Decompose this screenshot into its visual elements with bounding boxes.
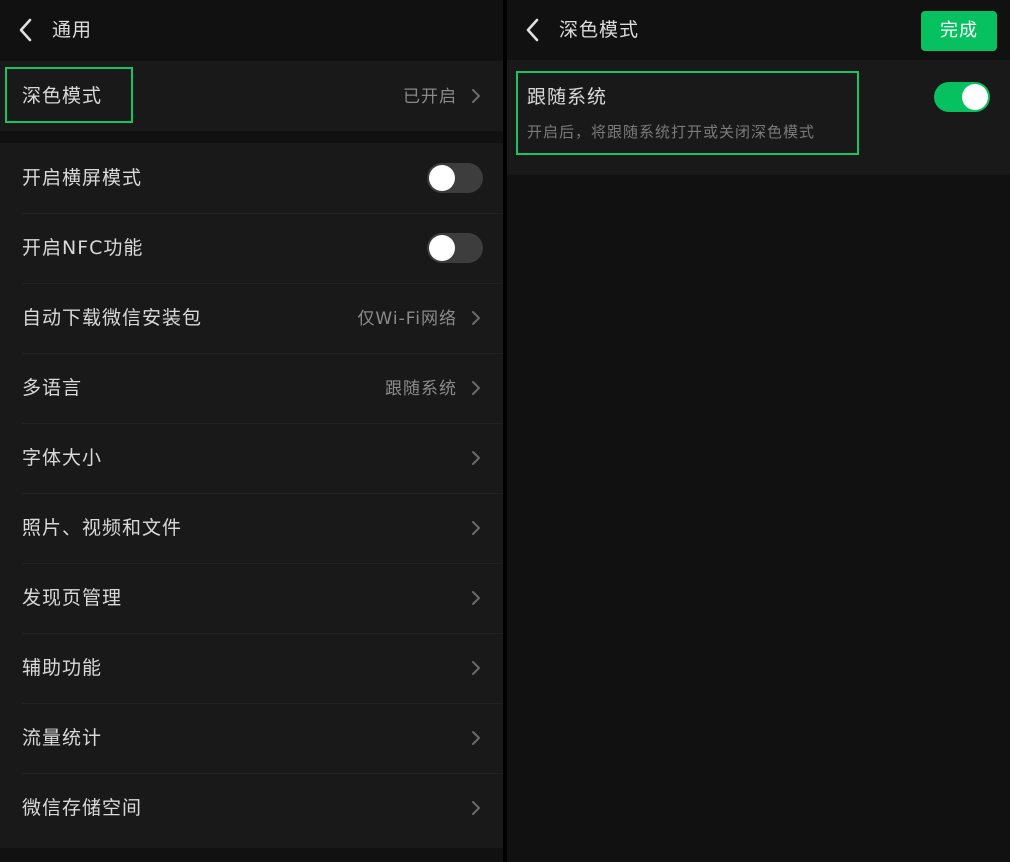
accessibility-label: 辅助功能 [22, 657, 103, 679]
chevron-right-icon [472, 311, 480, 325]
follow-system-highlight-box [516, 71, 859, 155]
language-row[interactable]: 多语言 跟随系统 [0, 353, 503, 423]
navigation-bar: 深色模式 完成 [507, 0, 1010, 60]
landscape-mode-toggle[interactable] [427, 163, 483, 193]
done-button[interactable]: 完成 [921, 11, 997, 51]
nfc-row: 开启NFC功能 [0, 213, 503, 283]
data-usage-label: 流量统计 [22, 727, 103, 749]
page-title: 深色模式 [559, 19, 640, 41]
back-icon[interactable] [16, 16, 34, 44]
nfc-toggle[interactable] [427, 233, 483, 263]
toggle-knob [429, 235, 455, 261]
discover-manage-row[interactable]: 发现页管理 [0, 563, 503, 633]
auto-download-row[interactable]: 自动下载微信安装包 仅Wi-Fi网络 [0, 283, 503, 353]
media-files-row[interactable]: 照片、视频和文件 [0, 493, 503, 563]
storage-row[interactable]: 微信存储空间 [0, 773, 503, 843]
back-icon[interactable] [523, 16, 541, 44]
font-size-label: 字体大小 [22, 447, 103, 469]
dark-mode-value: 已开启 [403, 87, 457, 107]
auto-download-value: 仅Wi-Fi网络 [357, 309, 457, 329]
general-settings-screen: 通用 深色模式 已开启 开启横屏模式 开启NFC功能 自动下载微信安装包 仅Wi… [0, 0, 503, 862]
media-files-label: 照片、视频和文件 [22, 517, 183, 539]
chevron-right-icon [472, 89, 480, 103]
chevron-right-icon [472, 591, 480, 605]
toggle-knob [429, 165, 455, 191]
auto-download-label: 自动下载微信安装包 [22, 307, 203, 329]
chevron-right-icon [472, 521, 480, 535]
data-usage-row[interactable]: 流量统计 [0, 703, 503, 773]
discover-manage-label: 发现页管理 [22, 587, 123, 609]
navigation-bar: 通用 [0, 0, 503, 60]
follow-system-toggle[interactable] [934, 82, 990, 112]
dark-mode-screen: 深色模式 完成 跟随系统 开启后，将跟随系统打开或关闭深色模式 [507, 0, 1010, 862]
font-size-row[interactable]: 字体大小 [0, 423, 503, 493]
chevron-right-icon [472, 451, 480, 465]
language-value: 跟随系统 [385, 379, 457, 399]
nfc-label: 开启NFC功能 [22, 237, 144, 259]
language-label: 多语言 [22, 377, 83, 399]
storage-label: 微信存储空间 [22, 797, 143, 819]
chevron-right-icon [472, 381, 480, 395]
chevron-right-icon [472, 731, 480, 745]
chevron-right-icon [472, 801, 480, 815]
toggle-knob [962, 84, 988, 110]
accessibility-row[interactable]: 辅助功能 [0, 633, 503, 703]
settings-list: 开启横屏模式 开启NFC功能 自动下载微信安装包 仅Wi-Fi网络 多语言 跟随… [0, 143, 503, 848]
landscape-mode-row: 开启横屏模式 [0, 143, 503, 213]
page-title: 通用 [52, 19, 93, 41]
landscape-mode-label: 开启横屏模式 [22, 167, 143, 189]
dark-mode-highlight-box [5, 67, 133, 123]
chevron-right-icon [472, 661, 480, 675]
